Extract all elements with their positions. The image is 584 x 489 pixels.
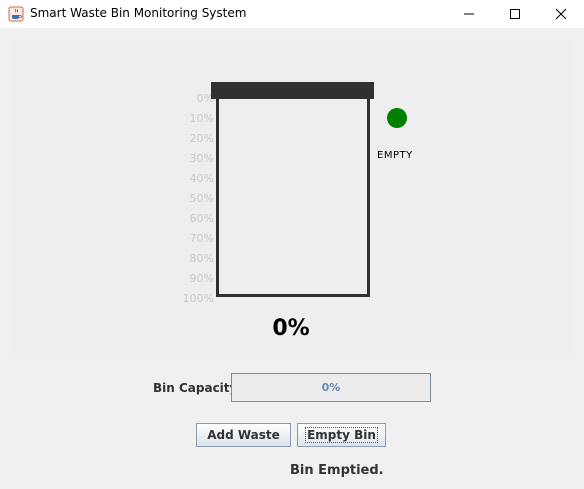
status-label: EMPTY: [377, 150, 413, 161]
scale-tick: 80%: [189, 252, 214, 265]
scale-tick: 0%: [196, 92, 214, 105]
scale-tick: 60%: [189, 212, 214, 225]
scale-tick: 50%: [189, 192, 214, 205]
bin-capacity-label: Bin Capacity:: [153, 381, 243, 395]
fill-percentage: 0%: [272, 316, 310, 341]
status-message: Bin Emptied.: [290, 463, 384, 478]
scale-tick: 10%: [189, 112, 214, 125]
close-button[interactable]: [538, 0, 584, 28]
scale-tick: 40%: [189, 172, 214, 185]
bin-lid: [211, 82, 374, 99]
waste-bin: [216, 99, 370, 297]
scale-tick: 30%: [189, 152, 214, 165]
title-bar: Smart Waste Bin Monitoring System: [0, 0, 584, 28]
window-title: Smart Waste Bin Monitoring System: [30, 6, 247, 20]
maximize-icon: [510, 9, 520, 19]
scale-tick: 90%: [189, 272, 214, 285]
minimize-button[interactable]: [446, 0, 492, 28]
scale-tick: 70%: [189, 232, 214, 245]
minimize-icon: [464, 13, 474, 15]
status-indicator-icon: [387, 108, 407, 128]
scale-tick: 100%: [182, 292, 214, 305]
java-cup-icon: [8, 6, 24, 22]
capacity-progress-bar: 0%: [231, 373, 431, 402]
empty-bin-button[interactable]: Empty Bin: [297, 423, 386, 447]
progress-text: 0%: [321, 381, 341, 394]
maximize-button[interactable]: [492, 0, 538, 28]
close-icon: [555, 8, 567, 20]
add-waste-button[interactable]: Add Waste: [196, 423, 291, 447]
empty-bin-label: Empty Bin: [305, 427, 378, 443]
scale-tick: 20%: [189, 132, 214, 145]
